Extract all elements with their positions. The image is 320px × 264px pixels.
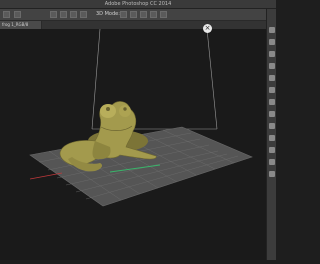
frog-pupil-left	[106, 107, 110, 111]
app-title: Adobe Photoshop CC 2014	[104, 1, 172, 7]
styles-icon[interactable]	[269, 135, 275, 141]
3d-scene	[29, 28, 253, 207]
slide-3d-icon[interactable]	[150, 11, 157, 18]
bbox-left-edge	[91, 28, 101, 130]
right-panel-dock	[266, 9, 276, 260]
swatches-icon[interactable]	[269, 39, 275, 45]
frog-eye-right	[119, 105, 131, 117]
frog-pupil-right	[123, 107, 127, 111]
bbox-right-edge	[206, 28, 218, 130]
paths-icon[interactable]	[269, 75, 275, 81]
arrange-icon[interactable]	[70, 11, 77, 18]
brush-icon[interactable]	[269, 147, 275, 153]
layers-icon[interactable]	[269, 51, 275, 57]
roll-3d-icon[interactable]	[130, 11, 137, 18]
auto-select-icon[interactable]	[14, 11, 21, 18]
scale-3d-icon[interactable]	[160, 11, 167, 18]
color-icon[interactable]	[269, 27, 275, 33]
tab-strip	[42, 21, 266, 29]
3d-viewport[interactable]	[0, 28, 266, 260]
channels-icon[interactable]	[269, 63, 275, 69]
align-icon[interactable]	[50, 11, 57, 18]
options-bar: 3D Mode:	[0, 9, 276, 21]
paragraph-icon[interactable]	[269, 171, 275, 177]
properties-icon[interactable]	[269, 87, 275, 93]
move-tool-icon[interactable]	[3, 11, 10, 18]
history-icon[interactable]	[269, 111, 275, 117]
distribute-icon[interactable]	[60, 11, 67, 18]
document-tab[interactable]: frog 1_RGB/8	[0, 21, 42, 29]
rotate-3d-icon[interactable]	[120, 11, 127, 18]
3d-mode-label: 3D Mode:	[96, 11, 120, 17]
adjustments-icon[interactable]	[269, 123, 275, 129]
close-3d-widget-button[interactable]: ×	[203, 24, 212, 33]
title-bar: Adobe Photoshop CC 2014	[0, 0, 276, 9]
align-center-icon[interactable]	[80, 11, 87, 18]
3d-panel-icon[interactable]	[269, 99, 275, 105]
character-icon[interactable]	[269, 159, 275, 165]
drag-3d-icon[interactable]	[140, 11, 147, 18]
